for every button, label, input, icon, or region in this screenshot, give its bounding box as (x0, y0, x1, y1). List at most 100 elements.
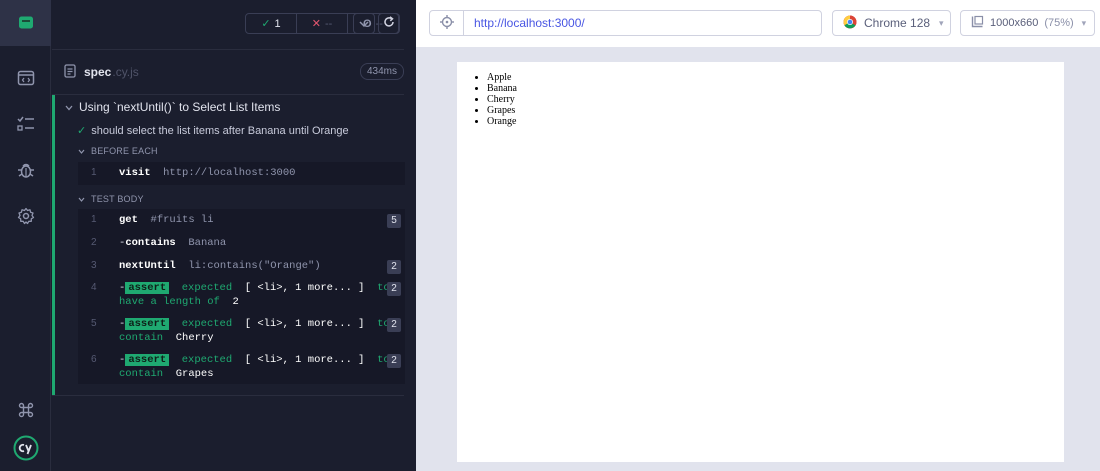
stats-failed: ✕ -- (296, 14, 347, 33)
url-text[interactable]: http://localhost:3000/ (474, 11, 585, 35)
preview-toolbar: http://localhost:3000/ Chrome 128 ▾ 1000… (416, 0, 1100, 48)
bug-icon (17, 161, 35, 179)
list-item: Apple (487, 72, 517, 83)
viewport-scale: (75%) (1044, 17, 1074, 29)
assert-expected: expected (181, 282, 233, 294)
nav-settings[interactable] (0, 193, 51, 239)
nav-runs[interactable] (0, 55, 51, 101)
command-row[interactable]: 1 get #fruits li 5 (78, 209, 405, 232)
command-number: 1 (91, 214, 97, 225)
divider (52, 395, 404, 396)
spec-extension: .cy.js (112, 65, 139, 79)
reporter-panel: ✓ 1 ✕ -- O -- spec .cy.js 434ms Using `n… (52, 0, 416, 471)
browser-window-icon (17, 70, 35, 86)
browser-selector[interactable]: Chrome 128 ▾ (832, 10, 951, 36)
test-title: should select the list items after Banan… (91, 124, 349, 137)
assert-subject: [ <li>, 1 more... ] (244, 354, 365, 366)
test-body-header[interactable]: TEST BODY (78, 194, 144, 204)
checklist-icon (16, 116, 35, 132)
spec-header[interactable]: spec .cy.js 434ms (64, 63, 404, 81)
selector-playground-button[interactable] (430, 11, 464, 35)
assert-tag: assert (125, 282, 170, 294)
rerun-button[interactable] (378, 13, 400, 34)
command-number: 3 (91, 260, 97, 271)
chevron-down-icon: ▾ (939, 17, 944, 28)
nav-debug[interactable] (0, 147, 51, 193)
fruits-list: Apple Banana Cherry Grapes Orange (487, 72, 517, 127)
viewport-size: 1000x660 (990, 17, 1039, 29)
test-stats: ✓ 1 ✕ -- O -- (245, 13, 399, 34)
command-number: 1 (91, 167, 97, 178)
spec-duration: 434ms (359, 63, 404, 80)
list-item: Orange (487, 116, 517, 127)
chevron-down-icon (65, 100, 73, 114)
list-item: Cherry (487, 94, 517, 105)
browser-name: Chrome 128 (864, 16, 931, 30)
assert-subject: [ <li>, 1 more... ] (244, 282, 365, 294)
assert-row[interactable]: 6 - assert expected [ <li>, 1 more... ] t… (78, 350, 405, 384)
element-count-badge: 2 (387, 354, 401, 368)
assert-row[interactable]: 4 - assert expected [ <li>, 1 more... ] t… (78, 278, 405, 314)
chevron-down-icon (78, 146, 85, 156)
list-item: Banana (487, 83, 517, 94)
assert-tag: assert (125, 318, 170, 330)
chevron-down-icon (78, 194, 85, 204)
nav-specs[interactable] (0, 0, 51, 46)
nav-cypress-logo[interactable] (0, 425, 51, 471)
command-message: http://localhost:3000 (163, 167, 296, 179)
command-name: get (119, 214, 138, 226)
app-under-test-frame: Apple Banana Cherry Grapes Orange (457, 62, 1064, 462)
element-count-badge: 5 (387, 214, 401, 228)
assert-value: Grapes (175, 368, 214, 380)
test-body-commands: 1 get #fruits li 5 2 -contains Banana 3 … (78, 209, 405, 384)
viewport-icon (971, 15, 984, 31)
command-number: 6 (91, 354, 97, 365)
command-name: contains (125, 237, 176, 249)
element-count-badge: 2 (387, 260, 401, 274)
assert-predicate: have a length of (119, 296, 220, 308)
chrome-icon (843, 15, 857, 32)
test-header[interactable]: ✓ should select the list items after Ban… (77, 124, 349, 138)
chevron-down-icon (359, 17, 369, 31)
cypress-logo-icon (13, 435, 39, 461)
spec-name: spec (84, 65, 112, 79)
side-nav (0, 0, 51, 471)
command-row[interactable]: 3 nextUntil li:contains("Orange") 2 (78, 255, 405, 278)
command-name: nextUntil (119, 260, 176, 272)
assert-tag: assert (125, 354, 170, 366)
browser-preview: http://localhost:3000/ Chrome 128 ▾ 1000… (416, 0, 1100, 471)
refresh-icon (383, 16, 395, 31)
before-each-header[interactable]: BEFORE EACH (78, 146, 158, 156)
test-suite: Using `nextUntil()` to Select List Items… (52, 95, 405, 395)
command-key-icon (18, 402, 34, 418)
assert-subject: [ <li>, 1 more... ] (244, 318, 365, 330)
assert-value: Cherry (175, 332, 214, 344)
nav-test-list[interactable] (0, 101, 51, 147)
assert-expected: expected (181, 354, 233, 366)
suite-title: Using `nextUntil()` to Select List Items (79, 100, 281, 114)
stats-passed: ✓ 1 (246, 14, 296, 33)
chevron-down-icon: ▾ (1081, 17, 1087, 28)
divider (52, 49, 404, 50)
command-message: li:contains("Orange") (188, 260, 321, 272)
command-row[interactable]: 1 visit http://localhost:3000 (78, 162, 405, 185)
command-number: 4 (91, 282, 97, 293)
command-row[interactable]: 2 -contains Banana (78, 232, 405, 255)
before-each-label: BEFORE EACH (91, 146, 158, 156)
suite-header[interactable]: Using `nextUntil()` to Select List Items (65, 100, 280, 114)
before-each-commands: 1 visit http://localhost:3000 (78, 162, 405, 185)
passed-icon: ✓ (261, 18, 271, 30)
viewport-selector[interactable]: 1000x660 (75%) ▾ (960, 10, 1095, 36)
list-item: Grapes (487, 105, 517, 116)
command-message: Banana (188, 237, 227, 249)
gear-icon (17, 207, 35, 225)
passed-count: 1 (274, 17, 281, 30)
element-count-badge: 2 (387, 282, 401, 296)
document-icon (64, 63, 76, 81)
auto-scroll-toggle-button[interactable] (353, 13, 375, 34)
assert-row[interactable]: 5 - assert expected [ <li>, 1 more... ] t… (78, 314, 405, 350)
command-name: visit (119, 167, 151, 179)
failed-icon: ✕ (311, 18, 321, 30)
url-bar[interactable]: http://localhost:3000/ (429, 10, 822, 36)
crosshair-icon (439, 14, 454, 32)
